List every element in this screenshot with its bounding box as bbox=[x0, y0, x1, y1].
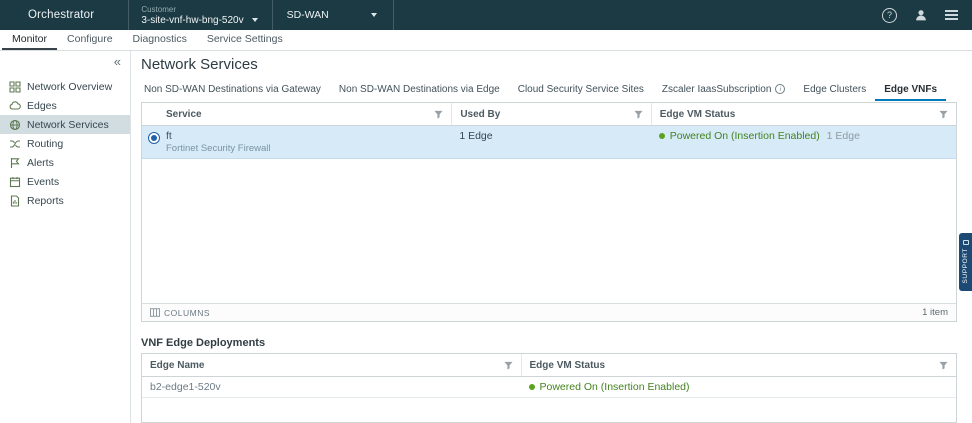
edge-name-value: b2-edge1-520v bbox=[142, 377, 521, 397]
columns-button-label: COLUMNS bbox=[164, 308, 210, 318]
column-header-service: Service bbox=[142, 103, 451, 125]
customer-value: 3-site-vnf-hw-bng-520v bbox=[141, 15, 243, 26]
sidebar-item-alerts[interactable]: Alerts bbox=[0, 153, 130, 172]
tab-nonsdwan-edge[interactable]: Non SD-WAN Destinations via Edge bbox=[330, 79, 509, 101]
chevron-down-icon bbox=[252, 18, 258, 22]
customer-label: Customer bbox=[141, 5, 257, 14]
columns-button[interactable]: COLUMNS bbox=[150, 308, 210, 318]
support-tab[interactable]: SUPPORT bbox=[959, 233, 972, 291]
edge-vnfs-table: Service Used By Edge VM Status ft Fortin… bbox=[141, 102, 957, 322]
report-document-icon bbox=[9, 195, 21, 207]
routing-arrows-icon bbox=[9, 138, 21, 150]
column-label: Edge VM Status bbox=[660, 109, 736, 120]
sidebar-item-network-services[interactable]: Network Services bbox=[0, 115, 130, 134]
sidebar-item-label: Routing bbox=[27, 138, 63, 150]
sidebar: « Network Overview Edges Network Service… bbox=[0, 51, 131, 423]
chat-icon bbox=[963, 240, 969, 245]
column-header-edge-vm-status: Edge VM Status bbox=[521, 354, 957, 376]
vm-status-edge-count: 1 Edge bbox=[827, 130, 860, 142]
service-name: ft bbox=[166, 130, 443, 142]
sidebar-item-label: Network Overview bbox=[27, 81, 112, 93]
page-title: Network Services bbox=[141, 56, 258, 73]
filter-funnel-icon[interactable] bbox=[634, 110, 643, 119]
hamburger-menu-icon[interactable] bbox=[945, 10, 958, 20]
sidebar-collapse-icon[interactable]: « bbox=[114, 54, 121, 69]
cloud-icon bbox=[9, 100, 21, 112]
sidebar-item-routing[interactable]: Routing bbox=[0, 134, 130, 153]
sidebar-item-network-overview[interactable]: Network Overview bbox=[0, 77, 130, 96]
tab-edge-vnfs[interactable]: Edge VNFs bbox=[875, 79, 946, 101]
used-by-value: 1 Edge bbox=[451, 126, 650, 158]
filter-funnel-icon[interactable] bbox=[504, 361, 513, 370]
dashboard-grid-icon bbox=[9, 81, 21, 93]
sidebar-item-label: Network Services bbox=[27, 119, 109, 131]
sidebar-item-label: Edges bbox=[27, 100, 57, 112]
service-subtitle: Fortinet Security Firewall bbox=[166, 143, 443, 154]
vnf-deployments-table: Edge Name Edge VM Status b2-edge1-520v P… bbox=[141, 353, 957, 423]
tab-cloud-security[interactable]: Cloud Security Service Sites bbox=[509, 79, 653, 101]
filter-funnel-icon[interactable] bbox=[939, 361, 948, 370]
table-footer: COLUMNS 1 item bbox=[142, 303, 956, 321]
column-header-used-by: Used By bbox=[451, 103, 650, 125]
help-icon[interactable]: ? bbox=[882, 8, 897, 23]
column-label: Edge VM Status bbox=[530, 360, 606, 371]
column-header-edge-vm-status: Edge VM Status bbox=[651, 103, 956, 125]
table-header-row: Service Used By Edge VM Status bbox=[142, 103, 956, 126]
primary-nav: Monitor Configure Diagnostics Service Se… bbox=[0, 30, 972, 51]
sidebar-item-edges[interactable]: Edges bbox=[0, 96, 130, 115]
table-empty-area bbox=[142, 159, 956, 303]
tab-label: Cloud Security Service Sites bbox=[518, 84, 644, 95]
table-header-row: Edge Name Edge VM Status bbox=[142, 354, 956, 377]
filter-funnel-icon[interactable] bbox=[939, 110, 948, 119]
tab-nonsdwan-gateway[interactable]: Non SD-WAN Destinations via Gateway bbox=[135, 79, 330, 101]
main-content: Network Services Non SD-WAN Destinations… bbox=[131, 51, 972, 423]
status-green-dot bbox=[529, 384, 535, 390]
sidebar-item-label: Events bbox=[27, 176, 59, 188]
customer-selector[interactable]: Customer 3-site-vnf-hw-bng-520v bbox=[129, 3, 271, 28]
column-label: Edge Name bbox=[150, 360, 204, 371]
sidebar-item-events[interactable]: Events bbox=[0, 172, 130, 191]
tab-diagnostics[interactable]: Diagnostics bbox=[123, 30, 197, 50]
calendar-list-icon bbox=[9, 176, 21, 188]
column-label: Used By bbox=[460, 109, 500, 120]
tab-label: Edge Clusters bbox=[803, 84, 866, 95]
column-label: Service bbox=[166, 109, 202, 120]
sidebar-item-label: Reports bbox=[27, 195, 64, 207]
item-count: 1 item bbox=[922, 307, 948, 318]
table-row[interactable]: b2-edge1-520v Powered On (Insertion Enab… bbox=[142, 377, 956, 398]
flag-icon bbox=[9, 157, 21, 169]
tab-label: Edge VNFs bbox=[884, 84, 937, 95]
tab-zscaler-iaas[interactable]: Zscaler IaasSubscriptioni bbox=[653, 79, 795, 101]
network-services-tabs: Non SD-WAN Destinations via Gateway Non … bbox=[135, 79, 957, 101]
tab-label: Zscaler IaasSubscription bbox=[662, 84, 772, 95]
tab-edge-clusters[interactable]: Edge Clusters bbox=[794, 79, 875, 101]
tab-service-settings[interactable]: Service Settings bbox=[197, 30, 293, 50]
sidebar-item-reports[interactable]: Reports bbox=[0, 191, 130, 210]
product-label: SD-WAN bbox=[287, 9, 329, 21]
column-header-edge-name: Edge Name bbox=[142, 354, 521, 376]
tab-monitor[interactable]: Monitor bbox=[2, 30, 57, 50]
tab-label: Non SD-WAN Destinations via Gateway bbox=[144, 84, 321, 95]
topbar: Orchestrator Customer 3-site-vnf-hw-bng-… bbox=[0, 0, 972, 30]
filter-funnel-icon[interactable] bbox=[434, 110, 443, 119]
vnf-deployments-title: VNF Edge Deployments bbox=[141, 337, 265, 349]
status-green-dot bbox=[659, 133, 665, 139]
tab-configure[interactable]: Configure bbox=[57, 30, 123, 50]
vm-status-text: Powered On (Insertion Enabled) bbox=[670, 130, 820, 142]
app-title: Orchestrator bbox=[28, 9, 94, 21]
user-icon[interactable] bbox=[914, 8, 928, 22]
product-selector[interactable]: SD-WAN bbox=[273, 9, 393, 21]
info-icon: i bbox=[775, 84, 785, 94]
table-row[interactable]: ft Fortinet Security Firewall 1 Edge Pow… bbox=[142, 126, 956, 159]
vm-status-text: Powered On (Insertion Enabled) bbox=[540, 381, 690, 393]
topbar-divider bbox=[393, 0, 394, 30]
chevron-down-icon bbox=[371, 13, 377, 17]
tab-label: Non SD-WAN Destinations via Edge bbox=[339, 84, 500, 95]
row-radio-button[interactable] bbox=[148, 132, 160, 144]
sidebar-item-label: Alerts bbox=[27, 157, 54, 169]
support-tab-label: SUPPORT bbox=[962, 248, 969, 284]
globe-icon bbox=[9, 119, 21, 131]
